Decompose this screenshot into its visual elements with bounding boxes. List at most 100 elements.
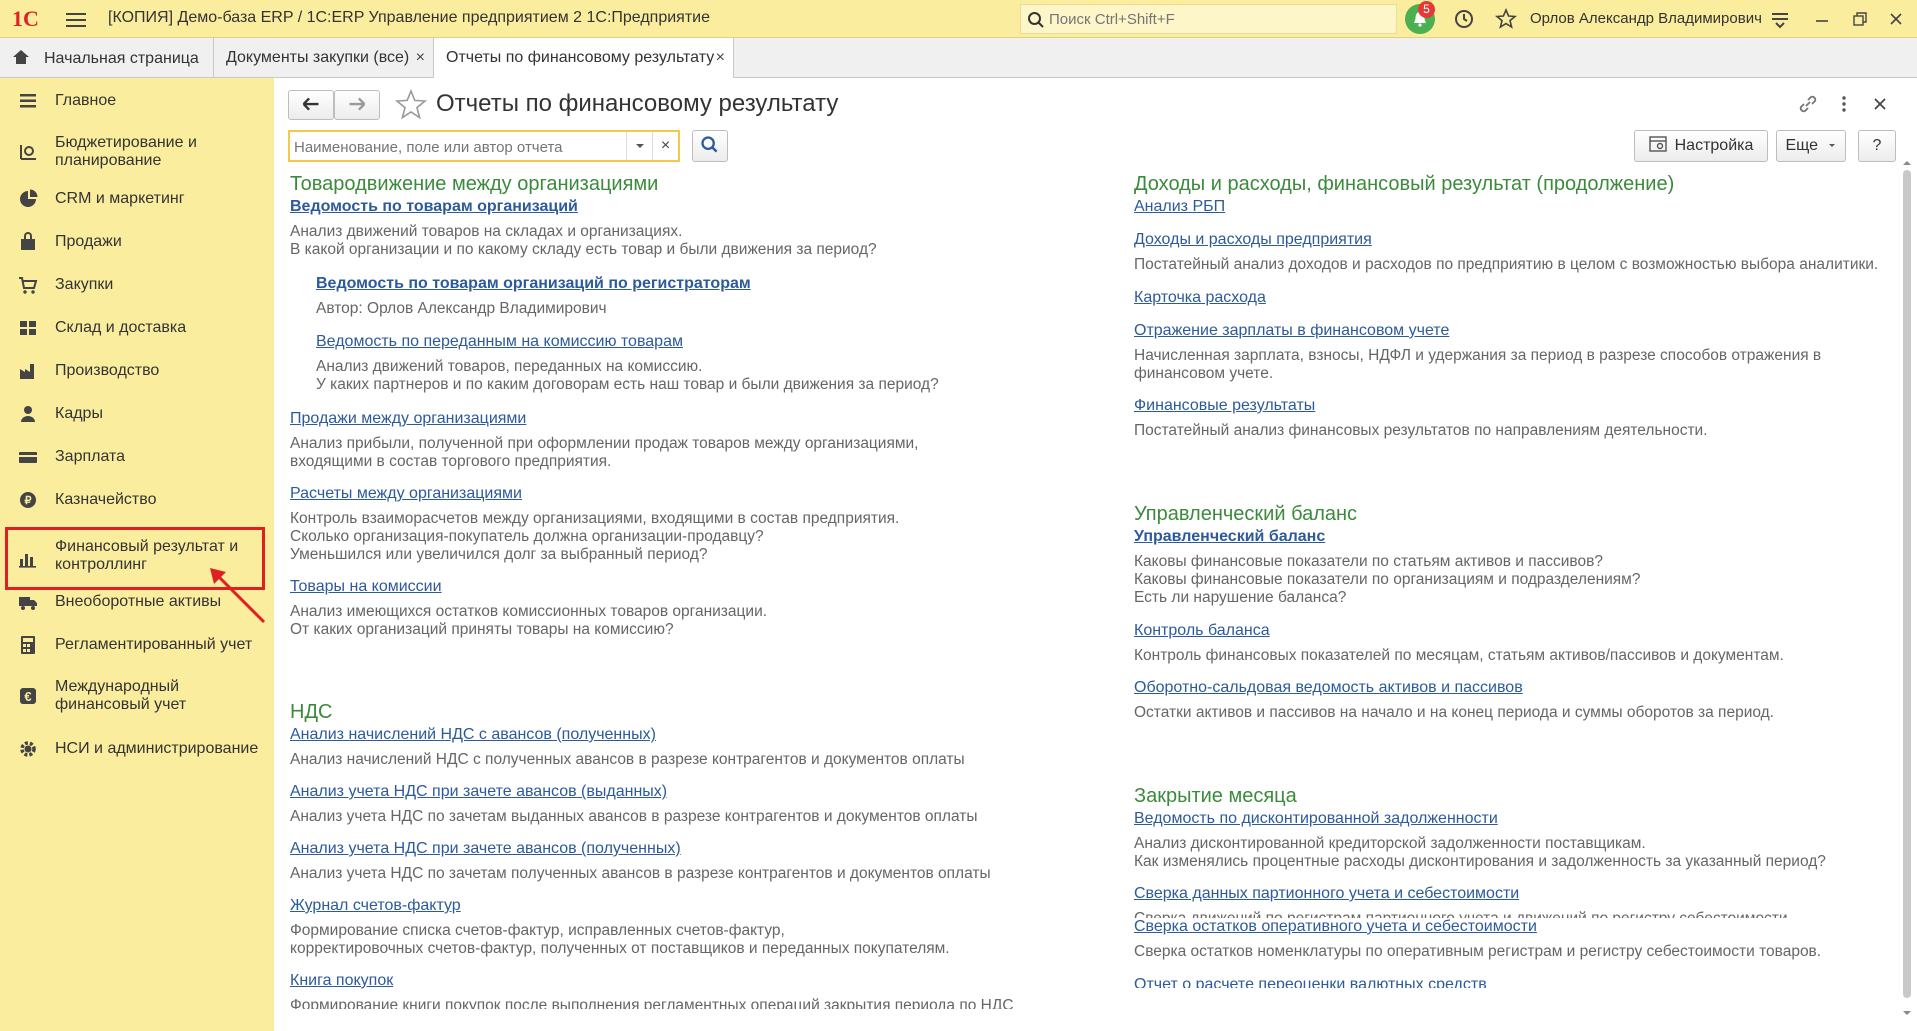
report-description: Есть ли нарушение баланса? xyxy=(1134,589,1347,606)
report-description: корректировочных счетов-фактур, полученн… xyxy=(290,940,950,957)
report-link[interactable]: Доходы и расходы предприятия xyxy=(1134,231,1372,249)
global-search[interactable] xyxy=(1020,4,1397,34)
report-description: Анализ дисконтированной кредиторской зад… xyxy=(1134,835,1646,852)
report-description: Анализ начислений НДС с полученных аванс… xyxy=(290,751,965,768)
search-icon xyxy=(1028,12,1044,28)
report-description: Остатки активов и пассивов на начало и н… xyxy=(1134,704,1774,721)
report-link[interactable]: Анализ учета НДС при зачете авансов (выд… xyxy=(290,783,667,801)
window-title: [КОПИЯ] Демо-база ERP / 1С:ERP Управлени… xyxy=(108,9,710,26)
report-link[interactable]: Карточка расхода xyxy=(1134,289,1266,307)
forward-button[interactable] xyxy=(334,90,380,120)
svg-text:₽: ₽ xyxy=(25,495,32,507)
settings-lines-icon[interactable] xyxy=(1768,7,1792,31)
report-description: Начисленная зарплата, взносы, НДФЛ и уде… xyxy=(1134,347,1822,364)
tab-financial-reports[interactable]: Отчеты по финансовому результату × xyxy=(434,38,734,78)
close-form-icon[interactable] xyxy=(1868,92,1892,116)
report-link[interactable]: Продажи между организациями xyxy=(290,410,526,428)
more-actions-icon[interactable] xyxy=(1832,92,1856,116)
report-description: Каковы финансовые показатели по статьям … xyxy=(1134,553,1603,570)
report-link[interactable]: Расчеты между организациями xyxy=(290,485,522,503)
report-link[interactable]: Ведомость по товарам организаций по реги… xyxy=(316,275,751,293)
sidebar-item-production[interactable]: Производство xyxy=(0,361,274,391)
arrow-right-icon xyxy=(349,97,366,111)
help-button[interactable]: ? xyxy=(1858,130,1896,162)
settings-button[interactable]: Настройка xyxy=(1634,130,1768,162)
report-link[interactable]: Отражение зарплаты в финансовом учете xyxy=(1134,322,1449,340)
sidebar-item-crm[interactable]: CRM и маркетинг xyxy=(0,189,274,219)
back-button[interactable] xyxy=(288,90,334,120)
right-column-continued: Сверка остатков оперативного учета и себ… xyxy=(1134,918,1894,1018)
report-link[interactable]: Контроль баланса xyxy=(1134,622,1270,640)
report-description: Анализ прибыли, полученной при оформлени… xyxy=(290,435,919,452)
app-logo: 1С xyxy=(12,6,39,31)
favorites-star-icon[interactable] xyxy=(1494,7,1518,31)
report-link[interactable]: Анализ РБП xyxy=(1134,198,1225,216)
tab-close-icon[interactable]: × xyxy=(416,49,425,67)
annotation-arrow xyxy=(210,568,266,624)
report-description: Анализ учета НДС по зачетам выданных ава… xyxy=(290,808,978,825)
coin-icon: ₽ xyxy=(20,492,36,508)
sidebar-item-regulated-accounting[interactable]: Регламентированный учет xyxy=(0,635,274,665)
report-link[interactable]: Ведомость по переданным на комиссию това… xyxy=(316,333,683,351)
link-icon[interactable] xyxy=(1796,92,1820,116)
euro-icon: € xyxy=(20,688,36,704)
report-description: Постатейный анализ финансовых результато… xyxy=(1134,422,1708,439)
report-link[interactable]: Отчет о расчете переоценки валютных сред… xyxy=(1134,976,1487,988)
report-link[interactable]: Анализ начислений НДС с авансов (получен… xyxy=(290,726,656,744)
history-icon[interactable] xyxy=(1452,7,1476,31)
report-filter-input[interactable] xyxy=(294,137,604,157)
filter-clear-button[interactable]: × xyxy=(652,132,678,160)
report-filter[interactable]: × xyxy=(288,130,680,162)
report-link[interactable]: Ведомость по дисконтированной задолженно… xyxy=(1134,810,1498,828)
chevron-down-icon xyxy=(636,144,644,148)
title-bar: 1С [КОПИЯ] Демо-база ERP / 1С:ERP Управл… xyxy=(0,0,1917,38)
filter-dropdown-button[interactable] xyxy=(626,132,652,160)
tab-purchase-documents[interactable]: Документы закупки (все) × xyxy=(214,38,434,77)
report-link[interactable]: Ведомость по товарам организаций xyxy=(290,198,578,216)
tab-close-icon[interactable]: × xyxy=(716,49,725,67)
sidebar-item-international-accounting[interactable]: € Международный финансовый учет xyxy=(0,676,274,716)
more-button[interactable]: Еще xyxy=(1776,130,1846,162)
main-menu-icon[interactable] xyxy=(66,9,86,29)
report-link[interactable]: Оборотно-сальдовая ведомость активов и п… xyxy=(1134,679,1523,697)
sidebar-item-main[interactable]: Главное xyxy=(0,91,274,121)
report-description: Формирование книги покупок после выполне… xyxy=(290,997,1014,1009)
report-link[interactable]: Товары на комиссии xyxy=(290,578,442,596)
report-link[interactable]: Анализ учета НДС при зачете авансов (пол… xyxy=(290,840,681,858)
tab-home[interactable]: Начальная страница xyxy=(0,38,214,77)
settings-button-label: Настройка xyxy=(1674,137,1754,154)
report-author: Автор: Орлов Александр Владимирович xyxy=(316,300,607,317)
tab-bar: Начальная страница Документы закупки (вс… xyxy=(0,38,1917,78)
global-search-input[interactable] xyxy=(1049,9,1389,29)
close-window-icon[interactable] xyxy=(1884,7,1908,31)
add-to-favorites-icon[interactable] xyxy=(394,88,428,122)
report-link[interactable]: Управленческий баланс xyxy=(1134,528,1325,546)
sidebar-item-warehouse[interactable]: Склад и доставка xyxy=(0,318,274,348)
report-description: Анализ учета НДС по зачетам полученных а… xyxy=(290,865,991,882)
report-description: Контроль финансовых показателей по месяц… xyxy=(1134,647,1784,664)
truck-icon xyxy=(19,597,37,610)
sidebar-item-hr[interactable]: Кадры xyxy=(0,404,274,434)
sidebar-item-budgeting[interactable]: Бюджетирование и планирование xyxy=(0,132,274,172)
report-link[interactable]: Книга покупок xyxy=(290,972,393,990)
sidebar-item-treasury[interactable]: ₽ Казначейство xyxy=(0,490,274,520)
scrollbar-thumb[interactable] xyxy=(1903,170,1911,998)
restore-icon[interactable] xyxy=(1848,7,1872,31)
minimize-icon[interactable] xyxy=(1810,7,1834,31)
report-description: Каковы финансовые показатели по организа… xyxy=(1134,571,1641,588)
sidebar-item-sales[interactable]: Продажи xyxy=(0,232,274,262)
report-link[interactable]: Сверка данных партионного учета и себест… xyxy=(1134,885,1519,903)
menu-lines-icon xyxy=(20,94,36,108)
current-user[interactable]: Орлов Александр Владимирович xyxy=(1530,10,1762,27)
scroll-up-icon[interactable] xyxy=(1900,158,1914,168)
report-link[interactable]: Финансовые результаты xyxy=(1134,397,1315,415)
report-link[interactable]: Журнал счетов-фактур xyxy=(290,897,461,915)
factory-icon xyxy=(20,364,34,379)
report-search-button[interactable] xyxy=(692,130,728,162)
sidebar-item-salary[interactable]: Зарплата xyxy=(0,447,274,477)
scroll-down-icon[interactable] xyxy=(1900,1008,1914,1018)
sidebar-item-purchases[interactable]: Закупки xyxy=(0,275,274,305)
report-link[interactable]: Сверка остатков оперативного учета и себ… xyxy=(1134,918,1537,936)
report-description: В какой организации и по какому складу е… xyxy=(290,241,877,258)
sidebar-item-administration[interactable]: НСИ и администрирование xyxy=(0,739,274,769)
